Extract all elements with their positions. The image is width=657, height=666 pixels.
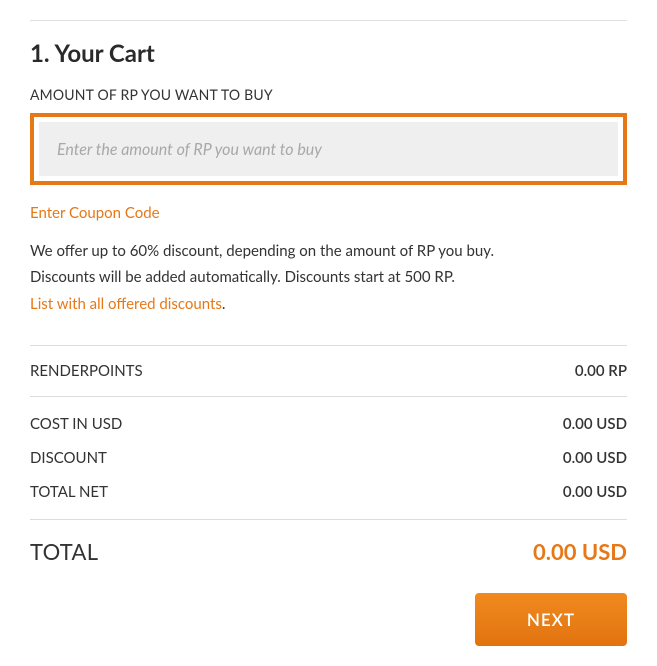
total-label: TOTAL	[30, 538, 98, 565]
cost-value: 0.00 USD	[563, 415, 627, 433]
info-line-1: We offer up to 60% discount, depending o…	[30, 242, 494, 260]
enter-coupon-link[interactable]: Enter Coupon Code	[30, 204, 160, 222]
button-row: NEXT	[30, 593, 627, 646]
next-button[interactable]: NEXT	[475, 593, 627, 646]
renderpoints-label: RENDERPOINTS	[30, 362, 143, 380]
rp-amount-input[interactable]	[39, 122, 618, 176]
renderpoints-value: 0.00 RP	[575, 362, 627, 380]
summary-discount: DISCOUNT 0.00 USD	[30, 441, 627, 475]
top-divider	[30, 20, 627, 21]
summary-cost: COST IN USD 0.00 USD	[30, 407, 627, 441]
discount-label: DISCOUNT	[30, 449, 107, 467]
discount-value: 0.00 USD	[563, 449, 627, 467]
rp-input-highlight	[30, 113, 627, 185]
section-title: 1. Your Cart	[30, 39, 627, 68]
rp-amount-label: AMOUNT OF RP YOU WANT TO BUY	[30, 86, 627, 103]
totalnet-label: TOTAL NET	[30, 483, 108, 501]
discounts-list-link[interactable]: List with all offered discounts	[30, 295, 222, 313]
period: .	[222, 295, 226, 313]
summary-totalnet: TOTAL NET 0.00 USD	[30, 475, 627, 509]
summary-breakdown: COST IN USD 0.00 USD DISCOUNT 0.00 USD T…	[30, 397, 627, 519]
totalnet-value: 0.00 USD	[563, 483, 627, 501]
summary-renderpoints: RENDERPOINTS 0.00 RP	[30, 346, 627, 396]
cost-label: COST IN USD	[30, 415, 122, 433]
discount-info-text: We offer up to 60% discount, depending o…	[30, 238, 627, 317]
summary-total: TOTAL 0.00 USD	[30, 520, 627, 593]
info-line-2: Discounts will be added automatically. D…	[30, 268, 455, 286]
total-value: 0.00 USD	[533, 538, 627, 565]
